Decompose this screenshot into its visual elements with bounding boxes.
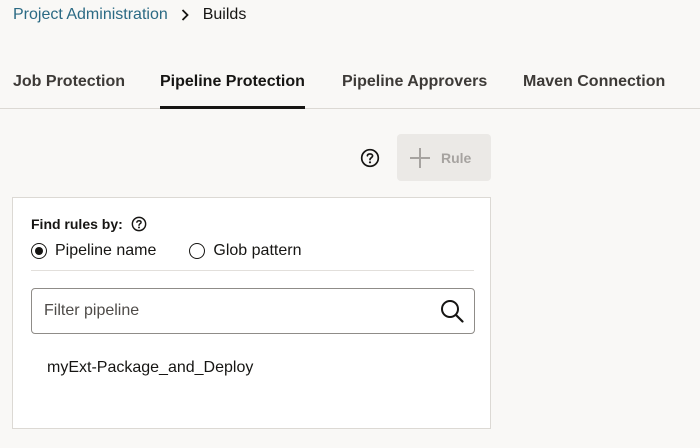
rules-filter-panel: Find rules by: Pipeline name Glob patter… [12,197,491,429]
radio-glob-pattern-label: Glob pattern [213,242,302,259]
tab-pipeline-approvers[interactable]: Pipeline Approvers [342,73,487,108]
help-circle-icon[interactable] [359,147,381,169]
tab-pipeline-protection[interactable]: Pipeline Protection [160,73,305,109]
radio-pipeline-name[interactable]: Pipeline name [31,242,156,260]
breadcrumb-project-administration-link[interactable]: Project Administration [13,6,168,24]
radio-glob-pattern[interactable]: Glob pattern [189,242,301,260]
plus-icon [409,147,431,169]
help-circle-icon[interactable] [131,216,147,232]
breadcrumb: Project Administration Builds [13,5,246,25]
chevron-right-icon [181,9,189,21]
divider [31,270,474,271]
breadcrumb-current: Builds [202,6,247,23]
add-rule-label: Rule [441,149,472,166]
radio-selected-icon [31,243,47,259]
tab-job-protection[interactable]: Job Protection [13,73,125,108]
filter-pipeline-field [31,288,475,334]
filter-pipeline-input[interactable] [44,302,430,320]
search-mode-radio-group: Pipeline name Glob pattern [31,242,301,260]
find-rules-label: Find rules by: [31,216,123,232]
add-rule-button[interactable]: Rule [397,134,491,181]
radio-pipeline-name-label: Pipeline name [55,242,157,259]
pipeline-list-item[interactable]: myExt-Package_and_Deploy [47,359,253,377]
tab-bar: Job Protection Pipeline Protection Pipel… [0,62,700,109]
radio-unselected-icon [189,243,206,259]
find-rules-row: Find rules by: [31,216,147,232]
tab-maven-connection[interactable]: Maven Connection [523,73,665,108]
search-icon[interactable] [430,299,474,323]
